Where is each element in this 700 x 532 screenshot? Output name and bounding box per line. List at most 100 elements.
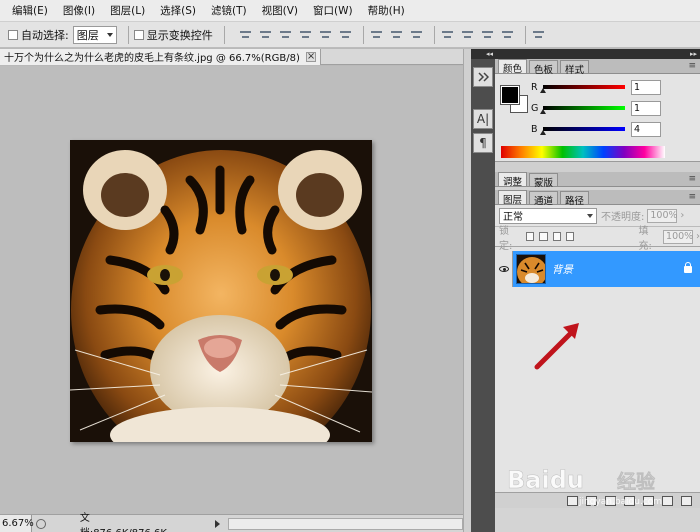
red-slider[interactable] (540, 85, 625, 93)
lock-transparency-icon[interactable] (525, 232, 535, 241)
green-slider[interactable] (540, 106, 625, 114)
menu-filter[interactable]: 滤镜(T) (211, 3, 247, 18)
auto-select-dropdown[interactable]: 图层 (72, 25, 117, 44)
menu-layer[interactable]: 图层(L) (110, 3, 145, 18)
tiger-image[interactable] (70, 140, 372, 442)
tiger-image-art (70, 140, 372, 442)
options-bar: 自动选择: 图层 显示变换控件 (0, 22, 700, 48)
collapse-dock-icon[interactable]: ◂◂ (471, 49, 495, 59)
color-panel-tabs: 颜色 色板 样式 ≡ (495, 59, 700, 76)
zoom-level[interactable]: 6.67% (0, 514, 34, 532)
color-spectrum-bar[interactable] (501, 146, 665, 158)
paragraph-icon[interactable]: ¶ (473, 133, 493, 153)
auto-blend-icon[interactable] (531, 28, 546, 42)
align-buttons (238, 25, 551, 44)
green-slider-row: G 1 (531, 100, 661, 116)
red-annotation-arrow (534, 323, 579, 370)
blue-slider-row: B 4 (531, 121, 661, 137)
document-tab[interactable]: 十万个为什么之为什么老虎的皮毛上有条纹.jpg @ 66.7%(RGB/8) × (0, 48, 321, 65)
adjust-panel-tabs: 调整 蒙版 ≡ (495, 172, 700, 189)
menu-select[interactable]: 选择(S) (160, 3, 196, 18)
menu-window[interactable]: 窗口(W) (313, 3, 353, 18)
distribute-bottom-icon[interactable] (409, 28, 424, 42)
distribute-right-icon[interactable] (480, 28, 495, 42)
divider (127, 25, 129, 44)
tab-channels[interactable]: 通道 (529, 191, 559, 207)
divider (433, 25, 435, 44)
align-top-icon[interactable] (238, 28, 253, 42)
tab-adjustments[interactable]: 调整 (498, 172, 528, 188)
baidu-watermark: Baidu 经验 jingyan.baidu.com (507, 466, 662, 507)
align-left-icon[interactable] (298, 28, 313, 42)
red-slider-row: R 1 (531, 79, 661, 95)
foreground-color-swatch[interactable] (500, 85, 520, 105)
show-transform-group: 显示变换控件 (133, 27, 213, 43)
fill-input[interactable]: 100% (663, 229, 693, 244)
layer-options-row: 正常 不透明度: 100% › (495, 205, 700, 227)
panel-menu-icon[interactable]: ≡ (688, 174, 696, 184)
tab-styles[interactable]: 样式 (560, 60, 590, 76)
tab-paths[interactable]: 路径 (560, 191, 590, 207)
blue-slider[interactable] (540, 127, 625, 135)
close-icon[interactable]: × (305, 51, 316, 62)
lock-label: 锁定: (499, 225, 513, 252)
distribute-vcenter-icon[interactable] (389, 28, 404, 42)
menu-view[interactable]: 视图(V) (262, 3, 298, 18)
vertical-scrollbar[interactable] (463, 49, 471, 532)
lock-position-icon[interactable] (552, 232, 561, 241)
slider-thumb[interactable] (540, 109, 546, 114)
layer-name[interactable]: 背景 (552, 262, 573, 277)
lock-all-icon[interactable] (565, 232, 575, 241)
menu-edit[interactable]: 编辑(E) (12, 3, 48, 18)
auto-align-icon[interactable] (500, 28, 515, 42)
panel-collapse-bar[interactable]: ▸▸ (495, 49, 700, 59)
align-vcenter-icon[interactable] (258, 28, 273, 42)
tab-layers[interactable]: 图层 (498, 190, 528, 206)
show-transform-checkbox[interactable] (133, 29, 144, 40)
lock-row: 锁定: 填充: 100% › (495, 226, 700, 252)
green-value-input[interactable]: 1 (631, 100, 661, 116)
character-icon[interactable]: A| (473, 109, 493, 129)
horizontal-scrollbar[interactable] (227, 517, 463, 530)
slider-thumb[interactable] (540, 88, 546, 93)
align-right-icon[interactable] (338, 28, 353, 42)
distribute-left-icon[interactable] (440, 28, 455, 42)
slider-thumb[interactable] (540, 130, 546, 135)
color-panel: R 1 G 1 B 4 (495, 74, 700, 162)
distribute-top-icon[interactable] (369, 28, 384, 42)
menu-image[interactable]: 图像(I) (63, 3, 95, 18)
menu-help[interactable]: 帮助(H) (368, 3, 405, 18)
lock-pixels-icon[interactable] (539, 232, 548, 241)
panel-dock-icons: ◂◂ A| ¶ (471, 49, 495, 532)
show-transform-label: 显示变换控件 (146, 28, 213, 42)
align-bottom-icon[interactable] (278, 28, 293, 42)
canvas-area[interactable] (0, 66, 463, 514)
chevron-right-icon[interactable]: › (680, 210, 684, 221)
status-menu-arrow-icon[interactable] (214, 519, 220, 528)
layers-panel-tabs: 图层 通道 路径 ≡ (495, 190, 700, 207)
lock-icon (684, 261, 692, 273)
chevron-right-icon[interactable]: › (696, 231, 700, 242)
history-icon[interactable] (473, 67, 493, 87)
auto-select-checkbox[interactable] (8, 29, 18, 40)
document-size: 文档:876.6K/876.6K (79, 512, 167, 532)
menu-bar: 编辑(E) 图像(I) 图层(L) 选择(S) 滤镜(T) 视图(V) 窗口(W… (0, 0, 700, 22)
watermark-sub: 经验 (617, 470, 656, 493)
align-hcenter-icon[interactable] (318, 28, 333, 42)
layer-row-background[interactable]: 背景 (495, 251, 700, 287)
distribute-hcenter-icon[interactable] (460, 28, 475, 42)
divider (362, 25, 364, 44)
panel-collapse-bar[interactable] (495, 162, 700, 172)
watermark-url: jingyan.baidu.com (578, 497, 662, 507)
blue-value-input[interactable]: 4 (631, 121, 661, 137)
red-value-input[interactable]: 1 (631, 79, 661, 95)
auto-select-label: 自动选择: (21, 28, 69, 42)
opacity-input[interactable]: 100% (647, 208, 678, 223)
tab-swatches[interactable]: 色板 (529, 60, 559, 76)
panel-menu-icon[interactable]: ≡ (688, 192, 696, 202)
panel-menu-icon[interactable]: ≡ (688, 61, 696, 71)
visibility-eye-icon[interactable] (495, 251, 513, 287)
status-info-icon[interactable] (36, 518, 46, 529)
tab-masks[interactable]: 蒙版 (529, 173, 559, 189)
tab-color[interactable]: 颜色 (498, 59, 528, 75)
